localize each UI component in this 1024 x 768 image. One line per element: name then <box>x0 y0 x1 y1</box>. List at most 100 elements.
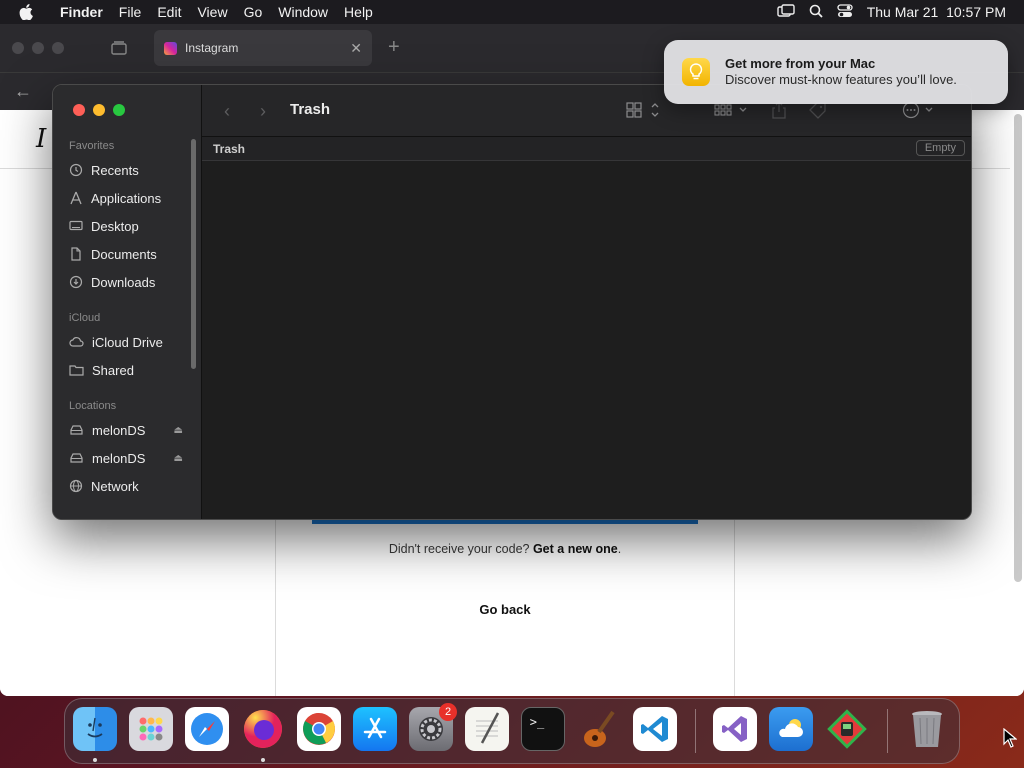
get-new-code-link[interactable]: Get a new one <box>533 542 618 556</box>
back-arrow-icon[interactable]: ← <box>14 81 32 102</box>
dock: 2 >_ <box>64 698 960 764</box>
textedit-icon[interactable] <box>465 707 509 751</box>
sidebar-item-network[interactable]: Network <box>69 475 199 497</box>
trash-icon[interactable] <box>905 707 949 751</box>
sidebar-item-label: iCloud Drive <box>92 334 163 350</box>
sidebar-item-downloads[interactable]: Downloads <box>69 271 199 293</box>
sidebar-section-favorites: Favorites <box>69 140 115 152</box>
disk-icon <box>70 425 83 435</box>
sidebar-item-label: melonDS <box>92 422 146 438</box>
new-tab-icon[interactable]: + <box>388 36 400 59</box>
instagram-favicon-icon <box>164 41 177 55</box>
sidebar-item-melonds-2[interactable]: melonDS ⏏ <box>69 447 199 469</box>
tab-overview-icon[interactable] <box>108 40 130 56</box>
settings-badge: 2 <box>439 703 457 721</box>
sidebar-item-label: Applications <box>91 190 162 206</box>
browser-close-button[interactable] <box>12 42 24 54</box>
finder-content-area[interactable] <box>202 161 971 519</box>
weather-icon[interactable] <box>769 707 813 751</box>
sidebar-item-documents[interactable]: Documents <box>69 243 199 265</box>
finder-icon[interactable] <box>73 707 117 751</box>
menu-edit[interactable]: Edit <box>149 4 189 20</box>
terminal-icon[interactable]: >_ <box>521 707 565 751</box>
menu-window[interactable]: Window <box>270 4 336 20</box>
sidebar-item-label: Downloads <box>91 274 156 290</box>
menu-clock[interactable]: Thu Mar 21 10:57 PM <box>867 4 1006 20</box>
lightbulb-icon <box>682 58 710 86</box>
sidebar-item-label: Recents <box>91 162 139 178</box>
visual-studio-icon[interactable] <box>713 707 757 751</box>
sidebar-item-shared[interactable]: Shared <box>69 359 199 381</box>
sidebar-item-icloud-drive[interactable]: iCloud Drive <box>69 331 199 353</box>
menu-view[interactable]: View <box>189 4 235 20</box>
notification-body: Discover must-know features you’ll love. <box>725 72 957 87</box>
icon-view-icon[interactable] <box>626 101 662 119</box>
finder-running-dot <box>93 758 97 762</box>
tips-notification[interactable]: Get more from your Mac Discover must-kno… <box>664 40 1008 104</box>
sidebar-item-desktop[interactable]: Desktop <box>69 215 199 237</box>
sidebar-item-label: Desktop <box>91 218 139 234</box>
menu-go[interactable]: Go <box>236 4 271 20</box>
vscode-icon[interactable] <box>633 707 677 751</box>
app-store-icon[interactable] <box>353 707 397 751</box>
browser-tab-instagram[interactable]: Instagram ✕ <box>154 30 372 66</box>
finder-window-controls <box>73 104 125 116</box>
finder-close-button[interactable] <box>73 104 85 116</box>
launchpad-icon[interactable] <box>129 707 173 751</box>
sidebar-item-applications[interactable]: Applications <box>69 187 199 209</box>
forward-chevron-icon[interactable]: › <box>260 101 266 122</box>
applications-icon <box>70 191 82 205</box>
cloud-icon <box>69 337 84 347</box>
screen-mirroring-icon[interactable] <box>777 3 795 21</box>
sidebar-item-melonds-1[interactable]: melonDS ⏏ <box>69 419 199 441</box>
sidebar-section-icloud: iCloud <box>69 312 101 324</box>
finder-window-title: Trash <box>290 101 331 118</box>
dock-separator <box>695 709 696 753</box>
control-center-icon[interactable] <box>837 3 853 21</box>
desktop-icon <box>69 220 83 231</box>
close-tab-icon[interactable]: ✕ <box>350 40 362 57</box>
empty-trash-button[interactable]: Empty <box>915 140 965 156</box>
resend-suffix: . <box>617 542 622 556</box>
sidebar-item-recents[interactable]: Recents <box>69 159 199 181</box>
browser-zoom-button[interactable] <box>52 42 64 54</box>
mouse-cursor-icon <box>1003 728 1017 748</box>
verification-card <box>275 500 735 696</box>
firefox-running-dot <box>261 758 265 762</box>
browser-scrollbar[interactable] <box>1014 114 1022 582</box>
finder-zoom-button[interactable] <box>113 104 125 116</box>
spotlight-search-icon[interactable] <box>809 4 823 21</box>
document-icon <box>71 247 81 261</box>
menu-help[interactable]: Help <box>336 4 381 20</box>
notification-title: Get more from your Mac <box>725 56 876 71</box>
menu-app-name[interactable]: Finder <box>52 4 111 20</box>
eject-icon[interactable]: ⏏ <box>174 425 183 436</box>
trash-label: Trash <box>213 142 246 156</box>
confirm-button-edge[interactable] <box>312 520 698 524</box>
resend-prefix: Didn't receive your code? <box>388 542 530 556</box>
safari-icon[interactable] <box>185 707 229 751</box>
sidebar-item-label: Documents <box>91 246 157 262</box>
back-chevron-icon[interactable]: ‹ <box>224 101 230 122</box>
dock-separator <box>887 709 888 753</box>
apple-menu-icon[interactable] <box>0 4 52 20</box>
browser-minimize-button[interactable] <box>32 42 44 54</box>
garageband-icon[interactable] <box>577 707 621 751</box>
menu-file[interactable]: File <box>111 4 150 20</box>
resend-code-text: Didn't receive your code? Get a new one. <box>275 542 735 556</box>
menu-bar: Finder File Edit View Go Window Help Thu… <box>0 0 1024 24</box>
melonds-icon[interactable] <box>825 707 869 751</box>
instagram-logo-fragment: I <box>36 124 47 154</box>
finder-sidebar: Favorites Recents Applications Desktop D… <box>53 85 202 519</box>
browser-window-controls <box>12 42 64 54</box>
finder-minimize-button[interactable] <box>93 104 105 116</box>
eject-icon[interactable]: ⏏ <box>174 453 183 464</box>
sidebar-scrollbar[interactable] <box>191 139 196 369</box>
download-icon <box>69 275 83 289</box>
disk-icon <box>70 453 83 463</box>
clock-icon <box>69 163 83 177</box>
go-back-link[interactable]: Go back <box>275 602 735 617</box>
chrome-icon[interactable] <box>297 707 341 751</box>
firefox-icon[interactable] <box>241 707 285 751</box>
sidebar-item-label: Network <box>91 478 139 494</box>
